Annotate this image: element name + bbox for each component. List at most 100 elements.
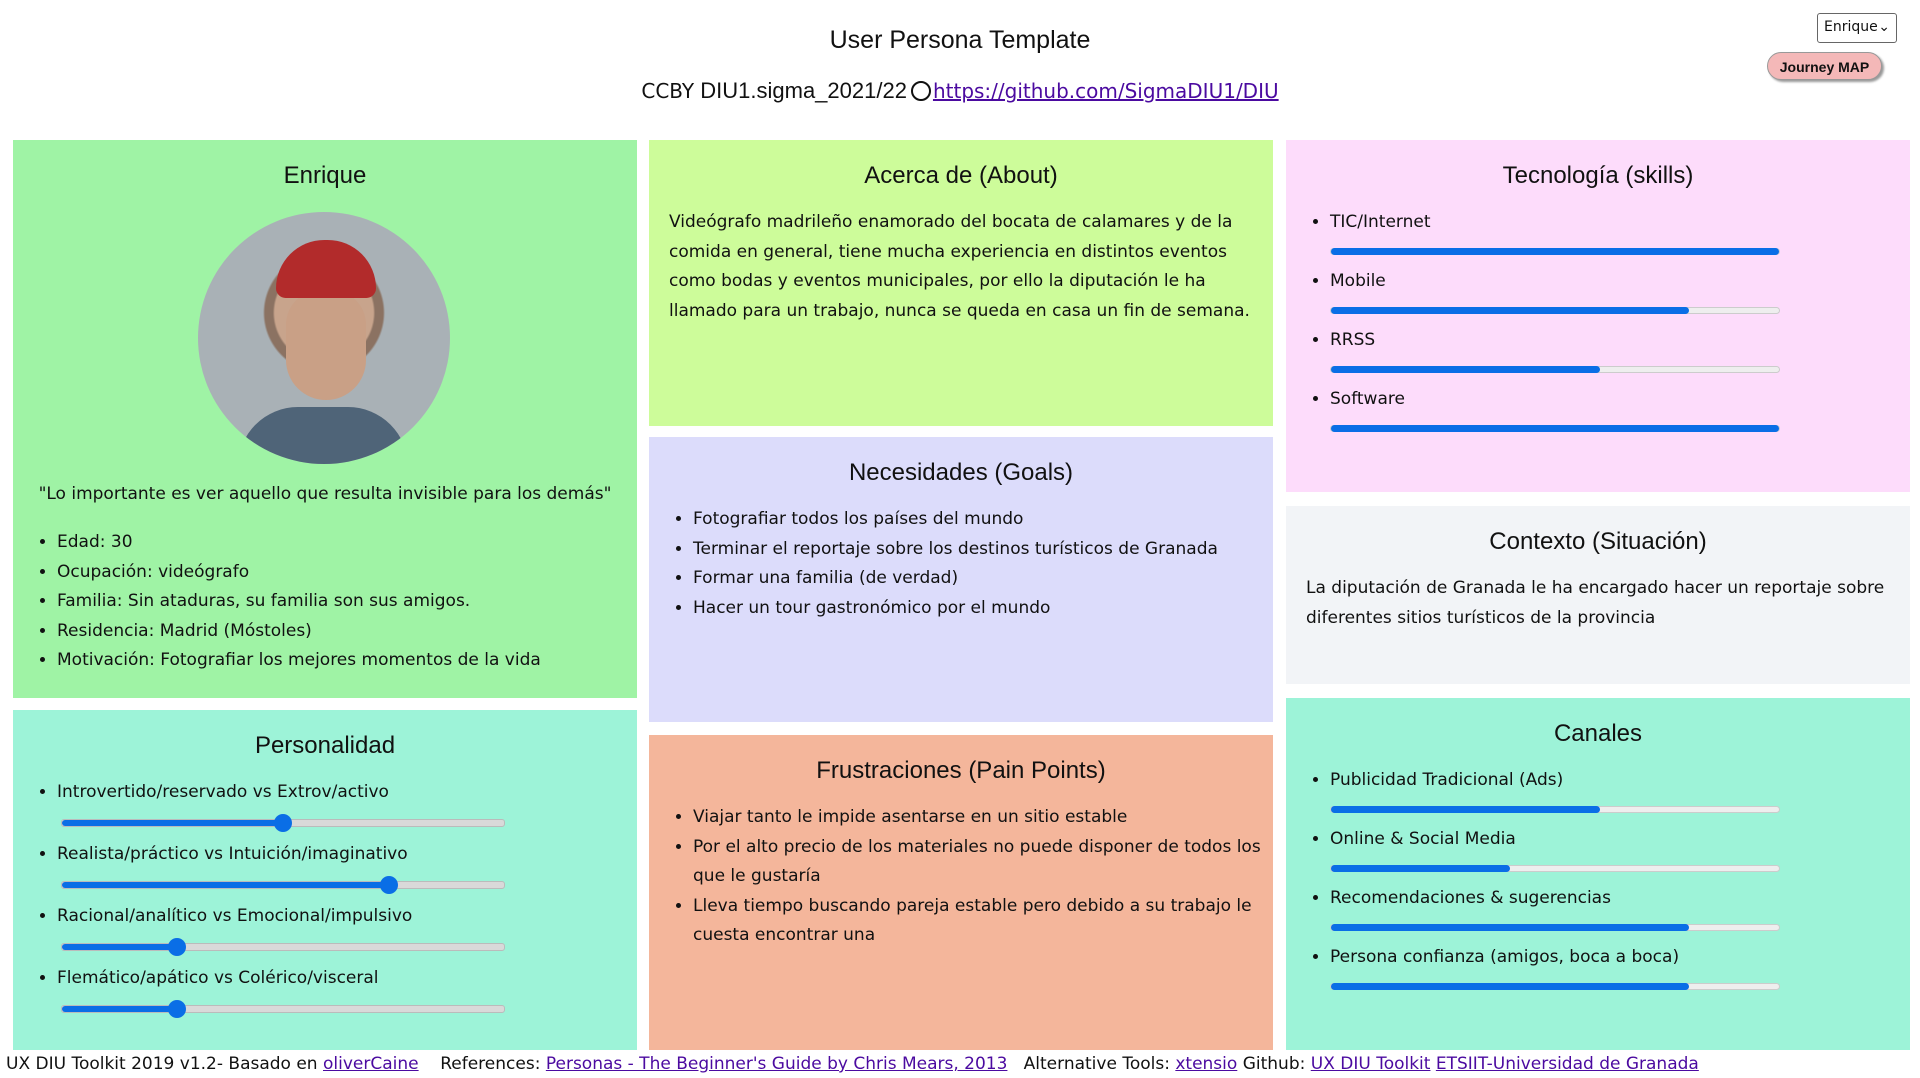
trait-label: Realista/práctico vs Intuición/imaginati… [57, 840, 408, 870]
profile-detail-item: Edad: 30 [57, 528, 541, 558]
goal-item: Formar una familia (de verdad) [693, 564, 1273, 594]
frustrations-title: Frustraciones (Pain Points) [816, 757, 1106, 784]
persona-quote: "Lo importante es ver aquello que result… [38, 484, 612, 504]
trait-slider-fill [62, 944, 177, 950]
footer-based-link[interactable]: oliverCaine [323, 1054, 419, 1074]
channels-card: Canales Publicidad Tradicional (Ads) Onli… [1286, 698, 1910, 1050]
skill-item: Mobile [1286, 267, 1386, 297]
trait-slider-fill [62, 882, 390, 888]
trait-label: Introvertido/reservado vs Extrov/activo [57, 778, 389, 808]
footer-github-label: Github: [1242, 1054, 1306, 1074]
profile-detail-item: Residencia: Madrid (Móstoles) [57, 617, 541, 647]
skill-progress-fill [1331, 307, 1690, 314]
profile-detail-item: Motivación: Fotografiar los mejores mome… [57, 646, 541, 676]
skill-item: TIC/Internet [1286, 208, 1431, 238]
footer: UX DIU Toolkit 2019 v1.2- Basado en oliv… [6, 1054, 1699, 1074]
trait-label: Flemático/apático vs Colérico/visceral [57, 964, 379, 994]
footer-univ-link[interactable]: ETSIIT-Universidad de Granada [1436, 1054, 1699, 1074]
footer-toolkit: UX DIU Toolkit 2019 v1.2- Basado en [6, 1054, 318, 1074]
channel-progress-bar [1330, 983, 1780, 990]
frustration-item: Lleva tiempo buscando pareja estable per… [693, 892, 1263, 951]
page-title: User Persona Template [829, 26, 1091, 54]
channel-item: Persona confianza (amigos, boca a boca) [1286, 943, 1679, 973]
footer-github-link[interactable]: UX DIU Toolkit [1311, 1054, 1431, 1074]
personality-card: Personalidad Introvertido/reservado vs E… [13, 710, 637, 1050]
skill-progress-bar [1330, 248, 1780, 255]
channel-progress-fill [1331, 865, 1511, 872]
channel-label: Publicidad Tradicional (Ads) [1330, 766, 1563, 796]
skill-progress-fill [1331, 425, 1779, 432]
channel-progress-bar [1330, 865, 1780, 872]
skill-label: Software [1330, 385, 1405, 415]
persona-select-value: Enrique [1824, 19, 1878, 35]
skill-progress-bar [1330, 307, 1780, 314]
trait-label: Racional/analítico vs Emocional/impulsiv… [57, 902, 412, 932]
about-title: Acerca de (About) [864, 162, 1058, 189]
footer-references-link[interactable]: Personas - The Beginner's Guide by Chris… [546, 1054, 1008, 1074]
footer-references-label: References: [440, 1054, 541, 1074]
profile-card: Enrique "Lo importante es ver aquello qu… [13, 140, 637, 698]
persona-name: Enrique [283, 162, 367, 189]
avatar-shirt [238, 407, 408, 464]
trait-slider[interactable] [61, 1000, 505, 1018]
context-card: Contexto (Situación) La diputación de Gr… [1286, 506, 1910, 684]
frustrations-list: Viajar tanto le impide asentarse en un s… [649, 803, 1263, 951]
skill-label: TIC/Internet [1330, 208, 1431, 238]
skill-progress-bar [1330, 366, 1780, 373]
trait-slider-fill [62, 1006, 177, 1012]
avatar-face [286, 290, 366, 400]
skill-progress-fill [1331, 366, 1600, 373]
trait-slider-thumb[interactable] [167, 938, 186, 956]
channels-title: Canales [1553, 720, 1643, 747]
skill-item: Software [1286, 385, 1405, 415]
repo-link[interactable]: https://github.com/SigmaDIU1/DIU [933, 79, 1279, 103]
skill-progress-bar [1330, 425, 1780, 432]
footer-alt-label: Alternative Tools: [1023, 1054, 1170, 1074]
profile-details: Edad: 30Ocupación: videógrafoFamilia: Si… [13, 528, 541, 676]
profile-detail-item: Ocupación: videógrafo [57, 558, 541, 588]
frustrations-card: Frustraciones (Pain Points) Viajar tanto… [649, 735, 1273, 1050]
trait-slider[interactable] [61, 814, 505, 832]
channel-progress-bar [1330, 806, 1780, 813]
channel-progress-fill [1331, 924, 1690, 931]
trait-slider-thumb[interactable] [274, 814, 292, 832]
channel-label: Recomendaciones & sugerencias [1330, 884, 1611, 914]
goals-title: Necesidades (Goals) [848, 459, 1074, 486]
channel-item: Publicidad Tradicional (Ads) [1286, 766, 1563, 796]
channel-item: Online & Social Media [1286, 825, 1516, 855]
channel-label: Persona confianza (amigos, boca a boca) [1330, 943, 1679, 973]
channel-label: Online & Social Media [1330, 825, 1516, 855]
page-subtitle: CCBY DIU1.sigma_2021/22 https://github.co… [0, 78, 1920, 104]
skills-card: Tecnología (skills) TIC/Internet Mobile RR… [1286, 140, 1910, 492]
personality-title: Personalidad [254, 732, 396, 759]
project-text: DIU1.sigma_2021/22 [700, 78, 907, 103]
frustration-item: Viajar tanto le impide asentarse en un s… [693, 803, 1263, 833]
trait-slider[interactable] [61, 938, 505, 956]
about-card: Acerca de (About) Videógrafo madrileño e… [649, 140, 1273, 426]
trait-slider-fill [62, 820, 283, 826]
skills-title: Tecnología (skills) [1502, 162, 1694, 189]
skill-progress-fill [1331, 248, 1779, 255]
channel-progress-fill [1331, 806, 1600, 813]
trait-slider[interactable] [61, 876, 505, 894]
context-text: La diputación de Granada le ha encargado… [1306, 578, 1885, 628]
skill-item: RRSS [1286, 326, 1375, 356]
trait-slider-thumb[interactable] [167, 1000, 186, 1018]
trait-slider-thumb[interactable] [380, 876, 399, 894]
goal-item: Terminar el reportaje sobre los destinos… [693, 535, 1273, 565]
trait-item: Flemático/apático vs Colérico/visceral [13, 964, 379, 994]
trait-item: Introvertido/reservado vs Extrov/activo [13, 778, 389, 808]
github-icon [910, 81, 931, 101]
trait-item: Realista/práctico vs Intuición/imaginati… [13, 840, 408, 870]
goals-card: Necesidades (Goals) Fotografiar todos lo… [649, 437, 1273, 722]
profile-detail-item: Familia: Sin ataduras, su familia son su… [57, 587, 541, 617]
skill-label: Mobile [1330, 267, 1386, 297]
channel-item: Recomendaciones & sugerencias [1286, 884, 1611, 914]
goal-item: Hacer un tour gastronómico por el mundo [693, 594, 1273, 624]
footer-alt-link[interactable]: xtensio [1175, 1054, 1237, 1074]
goals-list: Fotografiar todos los países del mundoTe… [649, 505, 1273, 623]
persona-select[interactable]: Enrique ⌄ [1817, 13, 1897, 43]
journey-map-button[interactable]: Journey MAP [1767, 52, 1882, 80]
avatar [198, 212, 450, 464]
license-text: CCBY [641, 79, 695, 103]
